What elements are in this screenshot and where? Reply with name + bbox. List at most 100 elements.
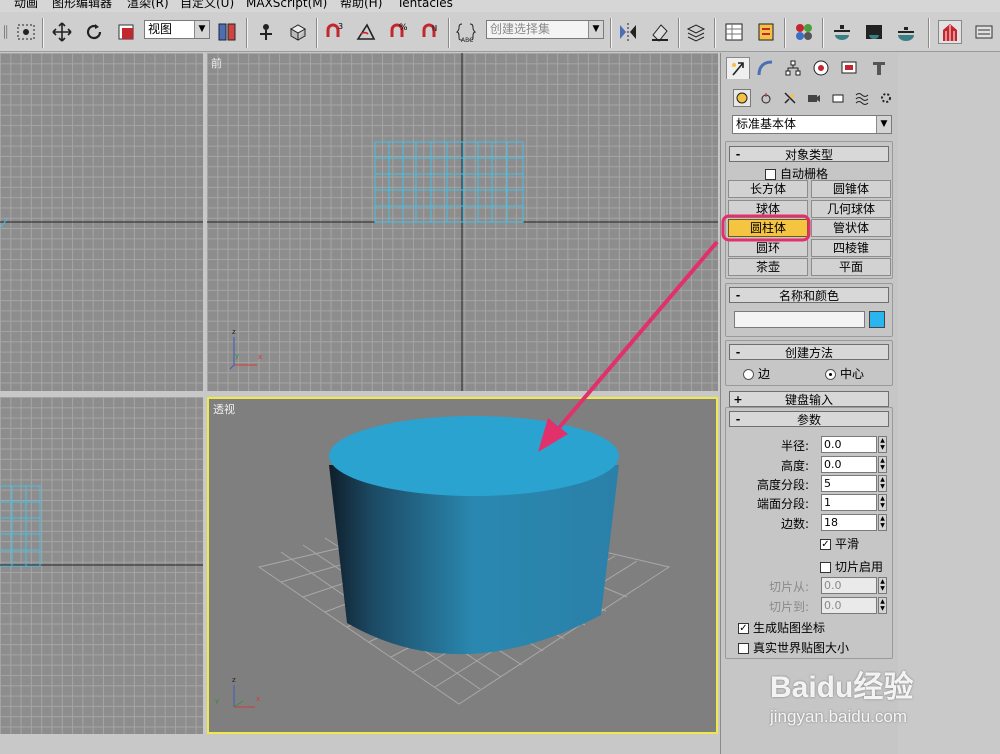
menu-tentacles[interactable]: Tentacles (397, 0, 453, 10)
schematic-view-icon[interactable] (754, 20, 778, 44)
move-icon[interactable] (50, 20, 74, 44)
cylinder-button[interactable]: 圆柱体 (728, 219, 808, 237)
select-manipulate-icon[interactable] (254, 20, 278, 44)
expand-icon: + (733, 392, 743, 406)
mirror-icon[interactable] (616, 20, 640, 44)
viewport-front[interactable]: 前 z x y (207, 53, 718, 391)
reference-coordinate-dropdown[interactable]: 视图 ▼ (144, 20, 210, 39)
spinner-snap-icon[interactable] (418, 20, 442, 44)
cap-segments-spinner[interactable]: ▲ ▼ (878, 494, 887, 511)
helpers-category-icon[interactable] (829, 89, 847, 107)
axis-label-y: y (215, 697, 219, 705)
cap-segments-field[interactable]: 1 (821, 494, 877, 511)
lights-category-icon[interactable] (781, 89, 799, 107)
menu-help[interactable]: 帮助(H) (340, 0, 382, 10)
smooth-checkbox[interactable]: ✓ 平滑 (820, 535, 859, 552)
layer-manager-icon[interactable] (684, 20, 708, 44)
sides-field[interactable]: 18 (821, 514, 877, 531)
height-spinner[interactable]: ▲ ▼ (878, 456, 887, 473)
rollout-object-type[interactable]: - 对象类型 (729, 146, 889, 162)
hierarchy-tab-icon[interactable] (781, 57, 805, 79)
slice-from-spinner[interactable]: ▲ ▼ (878, 577, 887, 594)
rollout-creation-method[interactable]: - 创建方法 (729, 344, 889, 360)
rollout-parameters[interactable]: - 参数 (729, 411, 889, 427)
menu-customize[interactable]: 自定义(U) (180, 0, 234, 10)
keyboard-shortcut-icon[interactable] (286, 20, 310, 44)
render-setup-icon[interactable] (830, 20, 854, 44)
percent-snap-icon[interactable]: % (386, 20, 410, 44)
object-color-swatch[interactable] (869, 311, 885, 328)
pivot-center-icon[interactable] (215, 20, 239, 44)
slice-on-checkbox[interactable]: 切片启用 (820, 558, 883, 575)
slice-to-field[interactable]: 0.0 (821, 597, 877, 614)
viewport-perspective[interactable]: 透视 z x y (207, 397, 718, 734)
rollout-name-color[interactable]: - 名称和颜色 (729, 287, 889, 303)
angle-snap-icon[interactable] (354, 20, 378, 44)
viewport-top[interactable] (0, 53, 203, 391)
menu-graph-editors[interactable]: 图形编辑器 (52, 0, 112, 10)
slice-from-field[interactable]: 0.0 (821, 577, 877, 594)
display-tab-icon[interactable] (837, 57, 861, 79)
space-warps-category-icon[interactable] (853, 89, 871, 107)
utilities-tab-icon[interactable] (867, 57, 891, 79)
sides-spinner[interactable]: ▲ ▼ (878, 514, 887, 531)
modify-tab-icon[interactable] (753, 57, 777, 79)
axis-label-y: y (235, 352, 239, 360)
rendered-frame-window-icon[interactable] (862, 20, 886, 44)
gen-mapping-checkbox[interactable]: ✓ 生成贴图坐标 (738, 619, 825, 636)
cap-segments-row: 端面分段: 1 ▲ ▼ (721, 494, 891, 512)
motion-tab-icon[interactable] (809, 57, 833, 79)
create-tab-icon[interactable] (726, 57, 750, 79)
cameras-category-icon[interactable] (805, 89, 823, 107)
select-region-icon[interactable] (14, 20, 38, 44)
named-selection-dropdown[interactable]: 创建选择集 ▼ (486, 20, 604, 39)
systems-category-icon[interactable] (877, 89, 895, 107)
viewport-left[interactable] (0, 397, 203, 734)
checkbox-icon (765, 169, 776, 180)
curve-editor-icon[interactable] (722, 20, 746, 44)
real-world-checkbox[interactable]: 真实世界贴图大小 (738, 639, 849, 656)
radius-row: 半径: 0.0 ▲ ▼ (721, 436, 891, 454)
height-field[interactable]: 0.0 (821, 456, 877, 473)
menu-maxscript[interactable]: MAXScript(M) (246, 0, 327, 10)
menu-bar: 动画 图形编辑器 渲染(R) 自定义(U) MAXScript(M) 帮助(H)… (0, 0, 1000, 12)
radio-edge[interactable]: 边 (743, 365, 770, 382)
viewport-top-canvas (0, 217, 203, 229)
menu-animation[interactable]: 动画 (14, 0, 38, 10)
tentacles-icon[interactable] (938, 20, 962, 44)
quick-render-icon[interactable] (894, 20, 918, 44)
menu-rendering[interactable]: 渲染(R) (127, 0, 169, 10)
height-segments-spinner[interactable]: ▲ ▼ (878, 475, 887, 492)
geometry-category-icon[interactable] (733, 89, 751, 107)
geosphere-button[interactable]: 几何球体 (811, 200, 891, 218)
sphere-button[interactable]: 球体 (728, 200, 808, 218)
edit-named-selection-icon[interactable]: ABC (454, 20, 478, 44)
plane-button[interactable]: 平面 (811, 258, 891, 276)
collapse-icon: - (735, 345, 741, 359)
radius-field[interactable]: 0.0 (821, 436, 877, 453)
snap-3d-icon[interactable]: 3 (322, 20, 346, 44)
box-button[interactable]: 长方体 (728, 180, 808, 198)
teapot-button[interactable]: 茶壶 (728, 258, 808, 276)
tube-button[interactable]: 管状体 (811, 219, 891, 237)
watermark-url: jingyan.baidu.com (770, 707, 908, 726)
material-editor-icon[interactable] (792, 20, 816, 44)
align-icon[interactable] (648, 20, 672, 44)
object-name-input[interactable] (734, 311, 865, 328)
radius-spinner[interactable]: ▲ ▼ (878, 436, 887, 453)
pyramid-button[interactable]: 四棱锥 (811, 239, 891, 257)
shapes-category-icon[interactable] (757, 89, 775, 107)
radio-center[interactable]: 中心 (825, 365, 864, 382)
rollout-keyboard-entry[interactable]: + 键盘输入 (729, 391, 889, 407)
torus-button[interactable]: 圆环 (728, 239, 808, 257)
object-category-dropdown[interactable]: 标准基本体 ▼ (732, 115, 892, 134)
scale-icon[interactable] (114, 20, 138, 44)
height-segments-field[interactable]: 5 (821, 475, 877, 492)
slice-to-spinner[interactable]: ▲ ▼ (878, 597, 887, 614)
cone-button[interactable]: 圆锥体 (811, 180, 891, 198)
rotate-icon[interactable] (82, 20, 106, 44)
toolbar-separator (42, 18, 44, 48)
chevron-down-icon: ▼ (194, 21, 209, 38)
toolbar-separator (928, 18, 930, 48)
toolbar-extra-icon[interactable] (972, 20, 996, 44)
